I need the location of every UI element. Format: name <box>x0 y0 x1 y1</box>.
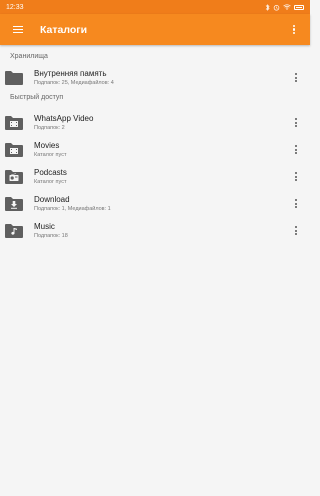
page-title: Каталоги <box>40 23 88 36</box>
status-icons <box>265 3 304 11</box>
item-name: Podcasts <box>34 167 67 177</box>
item-more-button[interactable] <box>286 136 306 163</box>
music-folder-icon <box>5 223 23 238</box>
item-details: Подпапок: 18 <box>34 232 68 239</box>
list-item[interactable]: Podcasts Каталог пуст <box>0 163 310 190</box>
alarm-icon <box>273 4 280 11</box>
list-item[interactable]: Внутренняя память Подпапок: 25, Медиафай… <box>0 64 310 91</box>
hamburger-icon <box>13 25 23 34</box>
item-details: Подпапок: 1, Медиафайлов: 1 <box>34 205 111 212</box>
item-name: Music <box>34 221 55 231</box>
list-item[interactable]: WhatsApp Video Подпапок: 2 <box>0 109 310 136</box>
list-item[interactable]: Download Подпапок: 1, Медиафайлов: 1 <box>0 190 310 217</box>
status-time: 12:33 <box>6 3 24 11</box>
app-toolbar: Каталоги <box>0 14 310 45</box>
list-item[interactable]: Movies Каталог пуст <box>0 136 310 163</box>
status-bar: 12:33 <box>0 0 310 14</box>
download-folder-icon <box>5 196 23 211</box>
item-name: WhatsApp Video <box>34 113 94 123</box>
overflow-menu-button[interactable] <box>284 14 304 45</box>
video-folder-icon <box>5 115 23 130</box>
item-more-button[interactable] <box>286 64 306 91</box>
menu-button[interactable] <box>0 14 36 45</box>
item-details: Каталог пуст <box>34 151 67 158</box>
item-details: Подпапок: 2 <box>34 124 65 131</box>
radio-folder-icon <box>5 169 23 184</box>
bluetooth-icon <box>265 3 270 11</box>
item-name: Внутренняя память <box>34 68 107 78</box>
item-details: Каталог пуст <box>34 178 67 185</box>
item-more-button[interactable] <box>286 190 306 217</box>
item-name: Movies <box>34 140 60 150</box>
item-more-button[interactable] <box>286 163 306 190</box>
folder-icon <box>5 70 23 85</box>
catalog-list: Хранилища Внутренняя память Подпапок: 25… <box>0 45 310 244</box>
item-name: Download <box>34 194 70 204</box>
item-details: Подпапок: 25, Медиафайлов: 4 <box>34 79 114 86</box>
item-more-button[interactable] <box>286 217 306 244</box>
list-item[interactable]: Music Подпапок: 18 <box>0 217 310 244</box>
video-folder-icon <box>5 142 23 157</box>
section-header-quick-access: Быстрый доступ <box>10 94 64 101</box>
wifi-icon <box>283 4 291 10</box>
item-more-button[interactable] <box>286 109 306 136</box>
section-header-storage: Хранилища <box>10 53 48 60</box>
battery-icon <box>294 4 304 10</box>
